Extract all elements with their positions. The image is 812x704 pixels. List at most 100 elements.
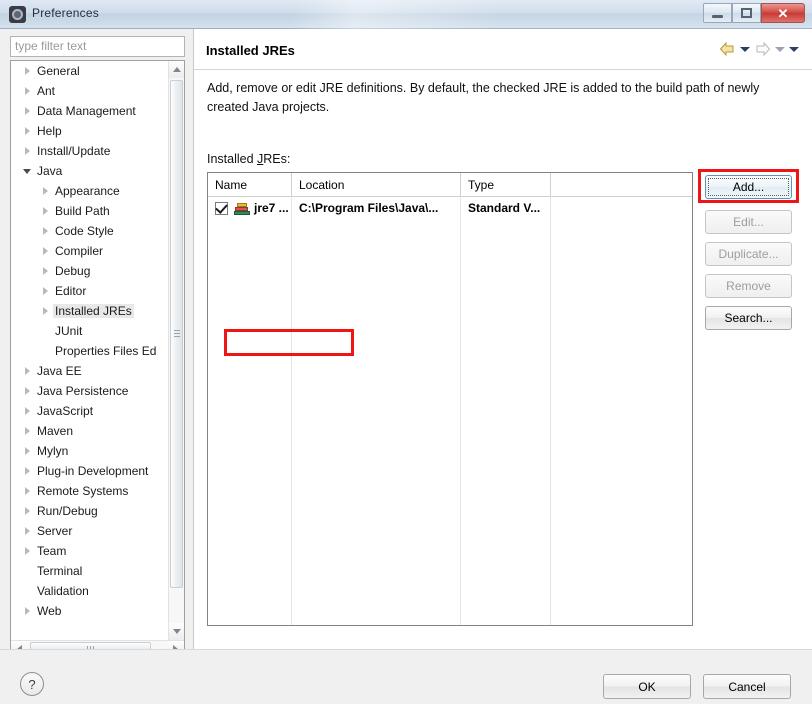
installed-jres-table[interactable]: Name Location Type jre7 ... C:\Program F… xyxy=(207,172,693,626)
chevron-right-icon[interactable] xyxy=(19,421,35,441)
sidebar-item-install-update[interactable]: Install/Update xyxy=(11,141,170,161)
chevron-right-icon[interactable] xyxy=(19,501,35,521)
preference-tree-panel: General Ant Data Management Help Install/Upd… xyxy=(10,60,185,657)
chevron-right-icon[interactable] xyxy=(37,181,53,201)
cancel-button[interactable]: Cancel xyxy=(703,674,791,699)
chevron-right-icon[interactable] xyxy=(19,361,35,381)
column-header-extra[interactable] xyxy=(551,173,692,196)
preference-tree[interactable]: General Ant Data Management Help Install/Upd… xyxy=(11,61,170,641)
table-row[interactable]: jre7 ... C:\Program Files\Java\... Stand… xyxy=(208,196,692,220)
sidebar-item-editor[interactable]: Editor xyxy=(11,281,170,301)
chevron-right-icon[interactable] xyxy=(19,521,35,541)
sidebar-item-java-ee[interactable]: Java EE xyxy=(11,361,170,381)
sidebar-item-code-style[interactable]: Code Style xyxy=(11,221,170,241)
sidebar-item-validation[interactable]: Validation xyxy=(11,581,170,601)
sidebar-item-maven[interactable]: Maven xyxy=(11,421,170,441)
preferences-dialog: Preferences ✕ type filter text General An… xyxy=(0,0,812,704)
chevron-right-icon[interactable] xyxy=(37,241,53,261)
chevron-right-icon[interactable] xyxy=(19,541,35,561)
remove-button-label: Remove xyxy=(726,279,771,293)
chevron-right-icon[interactable] xyxy=(19,601,35,621)
sidebar-item-javascript[interactable]: JavaScript xyxy=(11,401,170,421)
scroll-up-button[interactable] xyxy=(169,61,184,78)
ok-button[interactable]: OK xyxy=(603,674,691,699)
sidebar-item-server[interactable]: Server xyxy=(11,521,170,541)
sidebar-item-web[interactable]: Web xyxy=(11,601,170,621)
chevron-right-icon[interactable] xyxy=(37,261,53,281)
sidebar-item-label: Web xyxy=(37,604,62,618)
tree-vertical-scrollbar[interactable] xyxy=(168,61,184,640)
sidebar-item-label: Validation xyxy=(37,584,89,598)
chevron-right-icon[interactable] xyxy=(37,221,53,241)
sidebar-item-label: JUnit xyxy=(55,324,83,338)
preferences-gear-icon xyxy=(9,6,26,23)
sidebar-item-terminal[interactable]: Terminal xyxy=(11,561,170,581)
tree-vertical-scroll-thumb[interactable] xyxy=(170,80,183,588)
chevron-right-icon[interactable] xyxy=(19,381,35,401)
back-dropdown-caret-down-icon[interactable] xyxy=(740,46,750,52)
sidebar-item-junit[interactable]: JUnit xyxy=(11,321,170,341)
column-header-name[interactable]: Name xyxy=(208,173,291,196)
minimize-button[interactable] xyxy=(703,3,732,23)
dialog-footer: ? OK Cancel xyxy=(0,649,812,704)
sidebar-item-label: Compiler xyxy=(55,244,104,258)
sidebar-item-java-persistence[interactable]: Java Persistence xyxy=(11,381,170,401)
sidebar-item-compiler[interactable]: Compiler xyxy=(11,241,170,261)
row-check-and-icon: jre7 ... xyxy=(215,200,289,215)
back-arrow-icon[interactable] xyxy=(719,41,736,57)
chevron-right-icon[interactable] xyxy=(19,461,35,481)
sidebar-item-label: Java EE xyxy=(37,364,82,378)
sidebar-item-properties-files-ed[interactable]: Properties Files Ed xyxy=(11,341,170,361)
sidebar-item-build-path[interactable]: Build Path xyxy=(11,201,170,221)
label-part-pre: Installed xyxy=(207,152,258,166)
chevron-right-icon[interactable] xyxy=(37,281,53,301)
maximize-button[interactable] xyxy=(732,3,761,23)
column-header-location[interactable]: Location xyxy=(292,173,460,196)
chevron-right-icon[interactable] xyxy=(19,481,35,501)
sidebar-item-run-debug[interactable]: Run/Debug xyxy=(11,501,170,521)
sidebar-item-label: Run/Debug xyxy=(37,504,98,518)
sidebar-item-installed-jres[interactable]: Installed JREs xyxy=(11,301,170,321)
sidebar-item-ant[interactable]: Ant xyxy=(11,81,170,101)
view-menu-caret-down-icon[interactable] xyxy=(789,46,799,52)
jre-library-icon xyxy=(234,201,250,215)
sidebar-item-label: Server xyxy=(37,524,73,538)
duplicate-button: Duplicate... xyxy=(705,242,792,266)
chevron-right-icon[interactable] xyxy=(19,61,35,81)
duplicate-button-label: Duplicate... xyxy=(718,247,779,261)
chevron-right-icon[interactable] xyxy=(19,401,35,421)
help-button[interactable]: ? xyxy=(20,672,44,696)
sidebar-item-team[interactable]: Team xyxy=(11,541,170,561)
add-button[interactable]: Add... xyxy=(705,175,792,199)
sidebar-item-appearance[interactable]: Appearance xyxy=(11,181,170,201)
jre-default-checkbox[interactable] xyxy=(215,200,228,215)
chevron-right-icon[interactable] xyxy=(37,301,53,321)
sidebar-item-debug[interactable]: Debug xyxy=(11,261,170,281)
sidebar-item-label: Properties Files Ed xyxy=(55,344,157,358)
sidebar-item-plug-in-development[interactable]: Plug-in Development xyxy=(11,461,170,481)
sidebar-item-java[interactable]: Java xyxy=(11,161,170,181)
forward-arrow-icon xyxy=(756,41,771,57)
chevron-right-icon[interactable] xyxy=(19,121,35,141)
sidebar-item-general[interactable]: General xyxy=(11,61,170,81)
sidebar-item-label: Installed JREs xyxy=(53,304,134,318)
sidebar-item-mylyn[interactable]: Mylyn xyxy=(11,441,170,461)
sidebar-item-label: Install/Update xyxy=(37,144,111,158)
sidebar-item-label: Mylyn xyxy=(37,444,69,458)
column-header-type[interactable]: Type xyxy=(461,173,550,196)
chevron-down-icon[interactable] xyxy=(19,161,35,181)
scroll-down-button[interactable] xyxy=(169,623,184,640)
sidebar-item-remote-systems[interactable]: Remote Systems xyxy=(11,481,170,501)
chevron-right-icon[interactable] xyxy=(37,201,53,221)
sidebar-item-help[interactable]: Help xyxy=(11,121,170,141)
dialog-body: type filter text General Ant Data Manageme… xyxy=(0,29,812,704)
close-button[interactable]: ✕ xyxy=(761,3,805,23)
chevron-right-icon[interactable] xyxy=(19,101,35,121)
chevron-right-icon[interactable] xyxy=(19,81,35,101)
sidebar-item-data-management[interactable]: Data Management xyxy=(11,101,170,121)
search-button[interactable]: Search... xyxy=(705,306,792,330)
chevron-right-icon[interactable] xyxy=(19,141,35,161)
filter-input[interactable]: type filter text xyxy=(10,36,185,57)
chevron-right-icon[interactable] xyxy=(19,441,35,461)
